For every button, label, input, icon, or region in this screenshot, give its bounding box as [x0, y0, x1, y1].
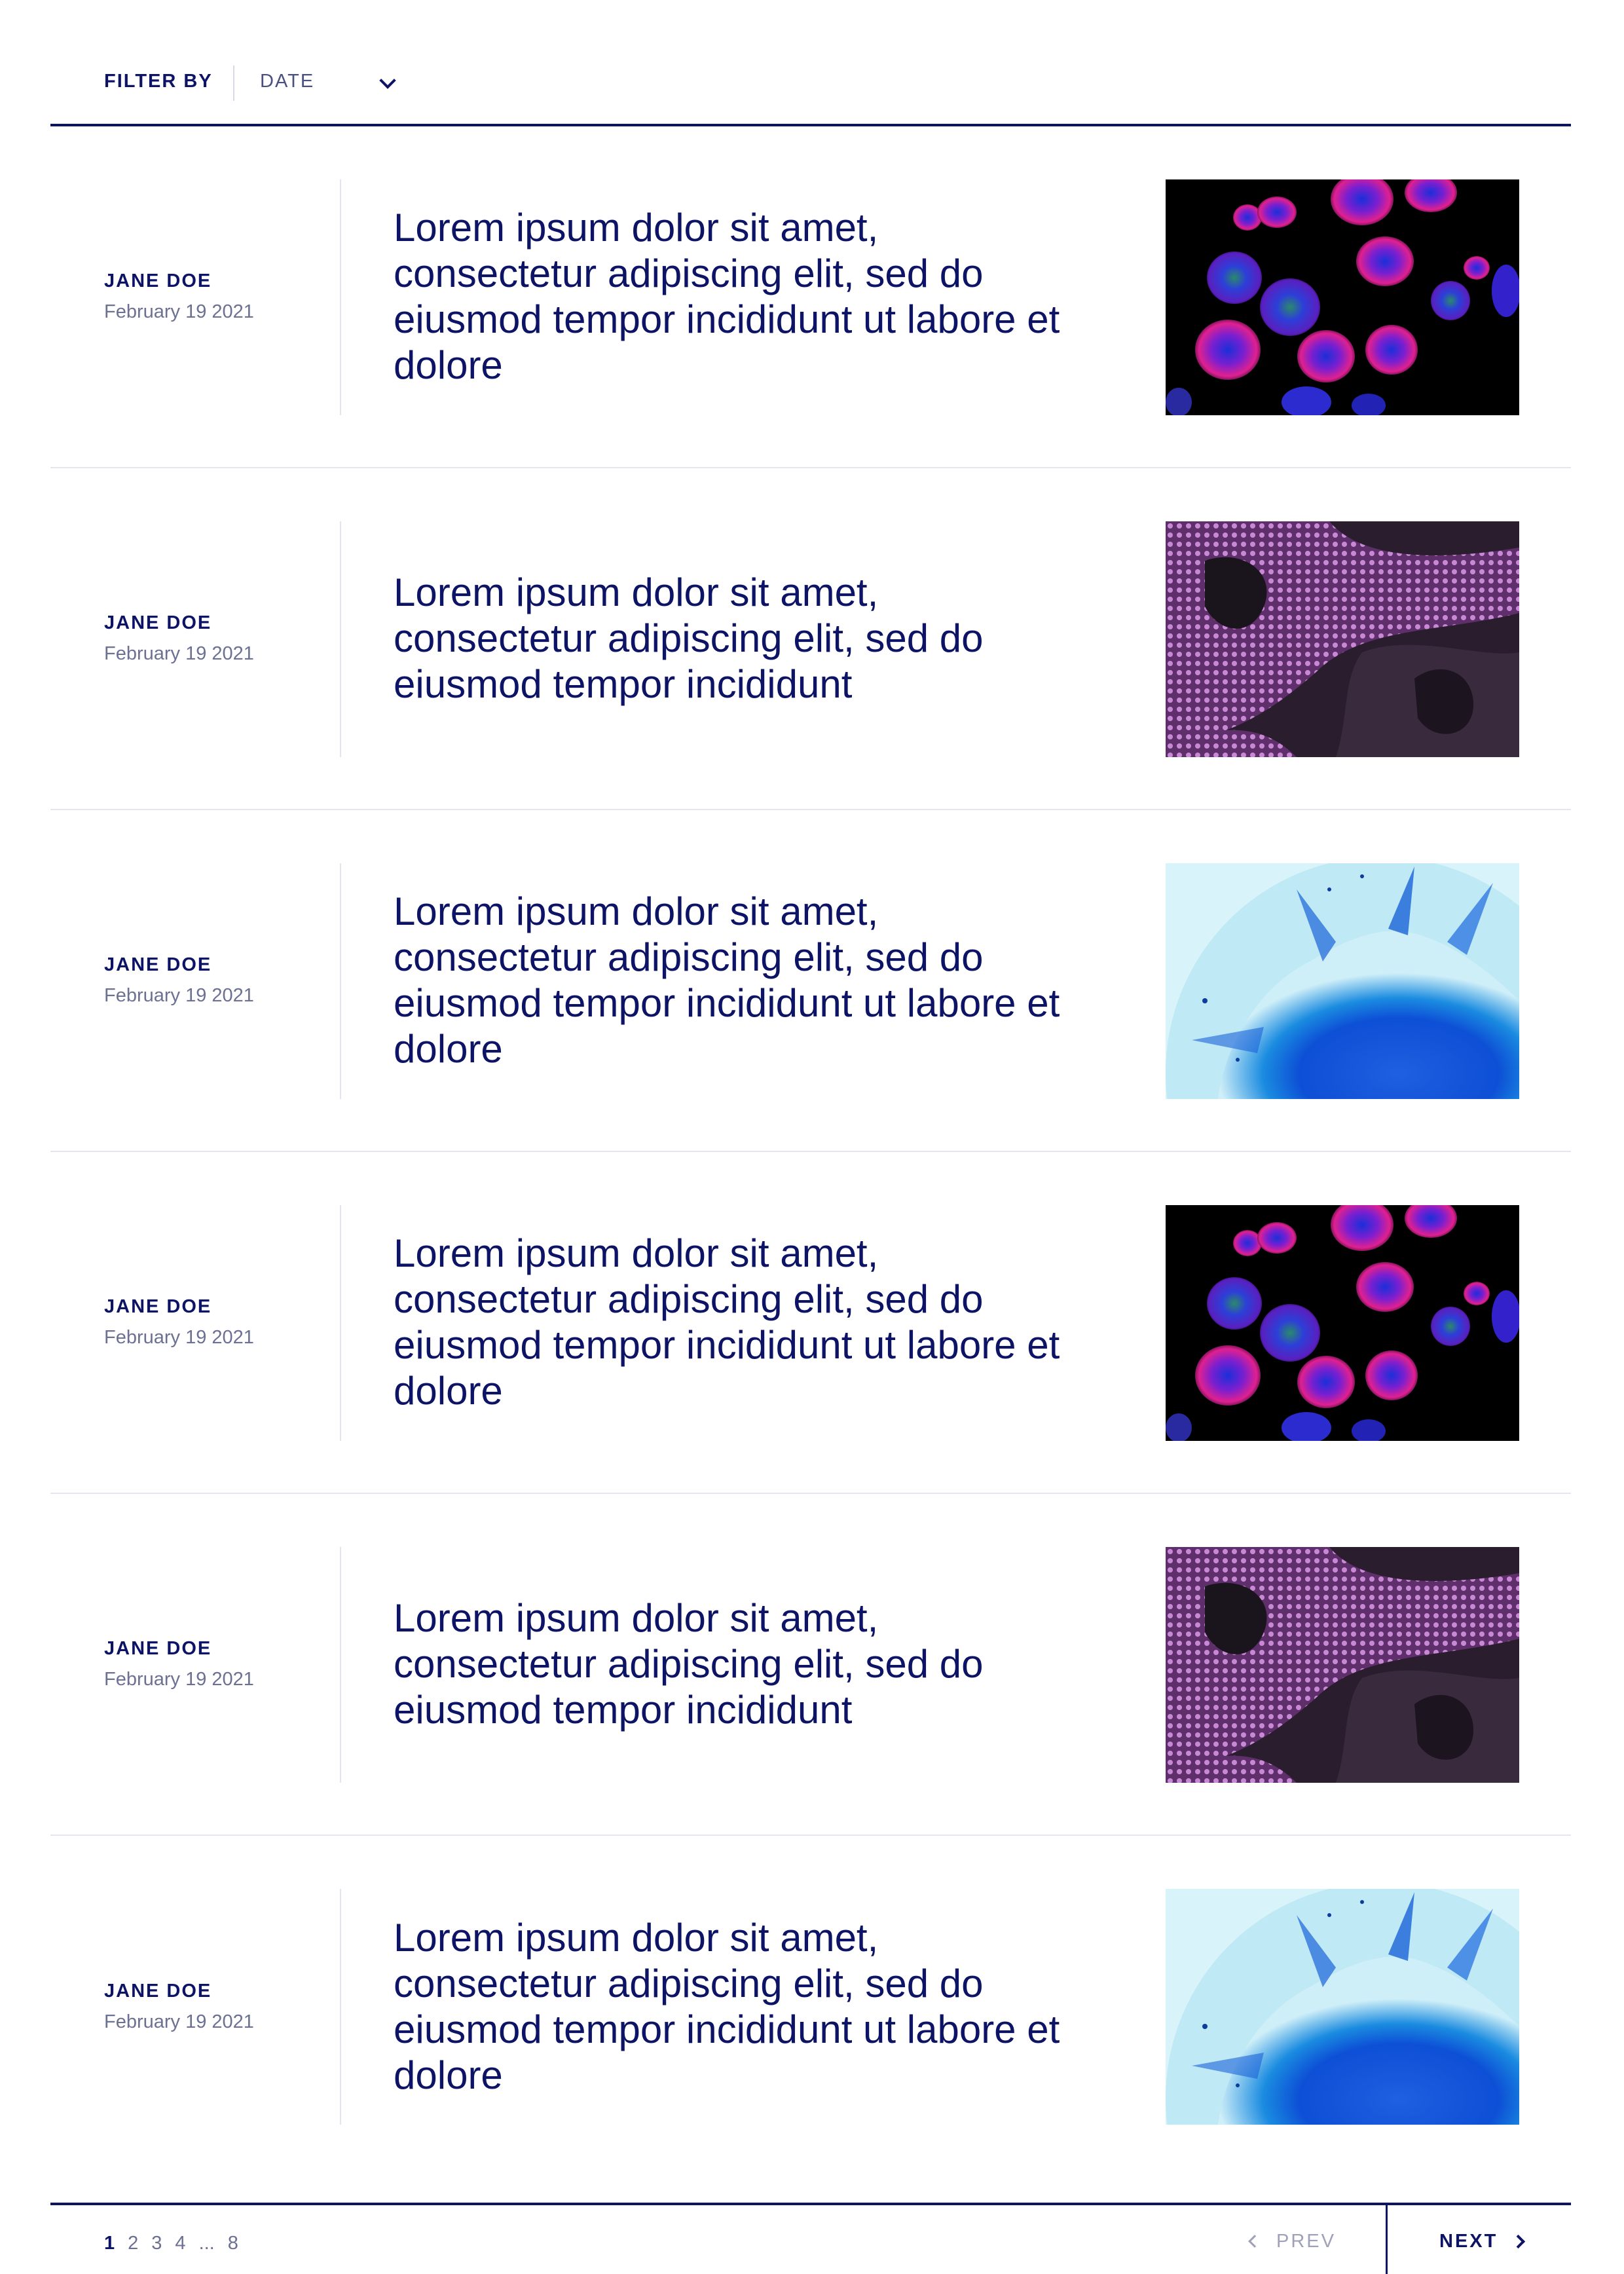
- article-date: February 19 2021: [104, 643, 254, 664]
- article-date: February 19 2021: [104, 2011, 254, 2032]
- pagination: 1 2 3 4 ... 8 PREV NEXT: [50, 2203, 1571, 2274]
- filter-selected-value: DATE: [260, 71, 315, 92]
- article-row: JANE DOE February 19 2021 Lorem ipsum do…: [50, 1152, 1571, 1494]
- article-author[interactable]: JANE DOE: [104, 1638, 254, 1660]
- page-numbers: 1 2 3 4 ... 8: [104, 2233, 251, 2254]
- article-author[interactable]: JANE DOE: [104, 270, 254, 292]
- article-title[interactable]: Lorem ipsum dolor sit amet, consectetur …: [394, 468, 1088, 809]
- purple-tissue-image[interactable]: [1166, 1547, 1519, 1783]
- article-row: JANE DOE February 19 2021 Lorem ipsum do…: [50, 1494, 1571, 1836]
- fluorescent-cells-image[interactable]: [1166, 1205, 1519, 1441]
- article-author[interactable]: JANE DOE: [104, 1981, 254, 2002]
- row-divider: [340, 1889, 341, 2125]
- prev-label: PREV: [1276, 2230, 1336, 2252]
- article-row: JANE DOE February 19 2021 Lorem ipsum do…: [50, 468, 1571, 810]
- prev-button[interactable]: PREV: [1248, 2225, 1336, 2258]
- chevron-down-icon: [379, 72, 396, 89]
- page-ellipsis: ...: [198, 2233, 215, 2254]
- article-title[interactable]: Lorem ipsum dolor sit amet, consectetur …: [394, 1836, 1088, 2178]
- page-4-link[interactable]: 4: [175, 2233, 185, 2254]
- article-title[interactable]: Lorem ipsum dolor sit amet, consectetur …: [394, 126, 1088, 467]
- page-1-link[interactable]: 1: [104, 2233, 115, 2254]
- filter-label: FILTER BY: [104, 71, 213, 92]
- chevron-right-icon: [1511, 2234, 1526, 2248]
- article-list: JANE DOE February 19 2021 Lorem ipsum do…: [50, 126, 1571, 2178]
- row-divider: [340, 1205, 341, 1441]
- filter-bar: FILTER BY DATE: [50, 0, 1571, 126]
- row-divider: [340, 1547, 341, 1783]
- blue-petri-dish-image[interactable]: [1166, 863, 1519, 1099]
- article-title[interactable]: Lorem ipsum dolor sit amet, consectetur …: [394, 1494, 1088, 1835]
- page-last-link[interactable]: 8: [228, 2233, 238, 2254]
- article-row: JANE DOE February 19 2021 Lorem ipsum do…: [50, 1836, 1571, 2178]
- filter-divider: [233, 65, 234, 101]
- row-divider: [340, 521, 341, 757]
- article-title[interactable]: Lorem ipsum dolor sit amet, consectetur …: [394, 810, 1088, 1151]
- article-date: February 19 2021: [104, 1327, 254, 1348]
- page-2-link[interactable]: 2: [128, 2233, 138, 2254]
- blue-petri-dish-image[interactable]: [1166, 1889, 1519, 2125]
- next-label: NEXT: [1439, 2230, 1498, 2252]
- article-date: February 19 2021: [104, 1669, 254, 1690]
- article-title[interactable]: Lorem ipsum dolor sit amet, consectetur …: [394, 1152, 1088, 1493]
- article-date: February 19 2021: [104, 301, 254, 322]
- row-divider: [340, 863, 341, 1099]
- article-author[interactable]: JANE DOE: [104, 954, 254, 976]
- article-meta: JANE DOE February 19 2021: [104, 468, 254, 809]
- article-date: February 19 2021: [104, 985, 254, 1006]
- page-3-link[interactable]: 3: [151, 2233, 162, 2254]
- article-row: JANE DOE February 19 2021 Lorem ipsum do…: [50, 810, 1571, 1152]
- article-meta: JANE DOE February 19 2021: [104, 126, 254, 467]
- article-meta: JANE DOE February 19 2021: [104, 1836, 254, 2178]
- chevron-left-icon: [1248, 2235, 1261, 2248]
- pager-divider: [1386, 2205, 1388, 2274]
- purple-tissue-image[interactable]: [1166, 521, 1519, 757]
- row-divider: [340, 179, 341, 415]
- article-meta: JANE DOE February 19 2021: [104, 810, 254, 1151]
- article-author[interactable]: JANE DOE: [104, 612, 254, 634]
- filter-dropdown[interactable]: DATE: [260, 63, 396, 103]
- article-meta: JANE DOE February 19 2021: [104, 1152, 254, 1493]
- article-author[interactable]: JANE DOE: [104, 1296, 254, 1318]
- next-button[interactable]: NEXT: [1439, 2225, 1526, 2258]
- article-meta: JANE DOE February 19 2021: [104, 1494, 254, 1835]
- fluorescent-cells-image[interactable]: [1166, 179, 1519, 415]
- article-row: JANE DOE February 19 2021 Lorem ipsum do…: [50, 126, 1571, 468]
